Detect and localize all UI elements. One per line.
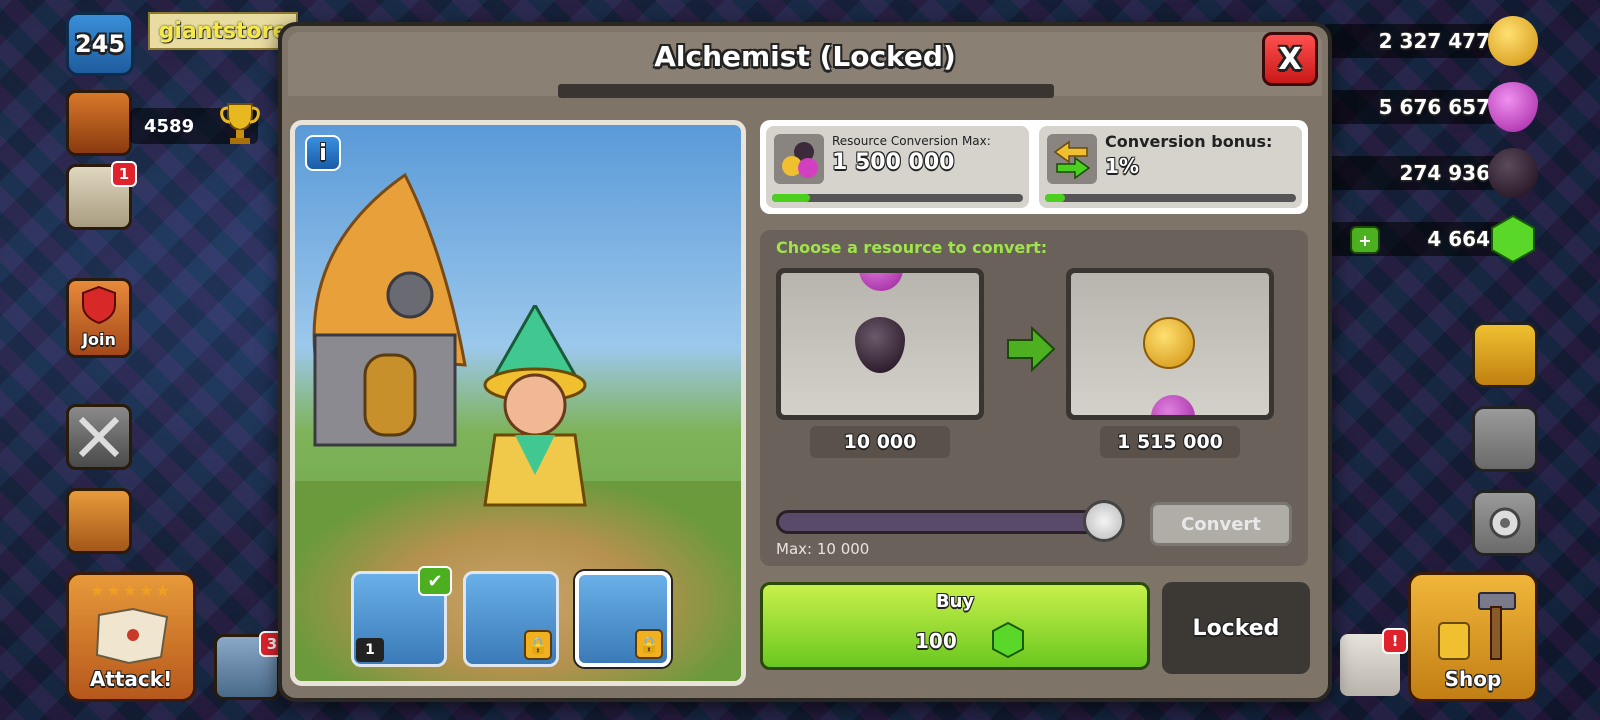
crossed-swords-icon: [78, 416, 120, 458]
conversion-slider[interactable]: [776, 510, 1104, 534]
elixir-drop-icon: [859, 273, 903, 291]
swap-arrows-icon: [1047, 134, 1097, 184]
lock-icon: 🔒: [635, 629, 663, 659]
dark-elixir-counter: 274 936: [1322, 156, 1512, 190]
gold-coin-icon: [1143, 317, 1195, 369]
locked-status: Locked: [1162, 582, 1310, 674]
league-icon[interactable]: [66, 90, 132, 156]
store-watermark: giantstore: [148, 12, 298, 50]
shop-label: Shop: [1444, 667, 1502, 691]
buy-button[interactable]: Buy 100: [760, 582, 1150, 670]
clan-join-label: Join: [82, 330, 116, 349]
gems-amount: 4 664: [1427, 227, 1490, 251]
dark-elixir-amount: 274 936: [1399, 161, 1490, 185]
conversion-bonus-stat: Conversion bonus: 1%: [1039, 126, 1302, 208]
close-button[interactable]: X: [1262, 32, 1318, 86]
convert-arrow-icon: [1007, 326, 1056, 372]
clan-join-button[interactable]: Join: [66, 278, 132, 358]
alchemist-character: [483, 305, 587, 507]
experience-level: 245: [74, 30, 126, 58]
elixir-drop-icon: [1151, 395, 1195, 415]
attack-stars: ★★★★★: [90, 581, 172, 600]
gem-icon: [992, 621, 1024, 659]
modal-header: Alchemist (Locked): [288, 32, 1322, 98]
gold-counter: 2 327 477: [1322, 24, 1512, 58]
slider-handle[interactable]: [1083, 500, 1125, 542]
tasks-button[interactable]: 1: [66, 161, 137, 230]
settings-button[interactable]: [1472, 490, 1538, 556]
treasure-map-icon: [95, 607, 169, 665]
hero-preview: i 1 ✔ 🔒 🔒: [290, 120, 746, 686]
notifications-button[interactable]: !: [1340, 628, 1408, 696]
hammer-icon: [1438, 592, 1516, 660]
add-gems-button[interactable]: +: [1350, 226, 1380, 254]
target-resource-selector[interactable]: [1066, 268, 1274, 420]
hero-portrait-1[interactable]: 1 ✔: [351, 566, 452, 667]
dark-elixir-icon: [1488, 148, 1538, 198]
source-amount: 10 000: [810, 426, 950, 458]
source-resource-selector[interactable]: [776, 268, 984, 420]
attack-label: Attack!: [89, 667, 173, 691]
lock-icon: 🔒: [524, 630, 552, 660]
experience-level-badge[interactable]: 245: [66, 12, 134, 76]
alchemist-modal: Alchemist (Locked) X i 1 ✔ 🔒 🔒 Resource …: [278, 22, 1332, 702]
conversion-max-label: Resource Conversion Max:: [832, 134, 991, 148]
battle-swords-button[interactable]: [66, 404, 132, 470]
conversion-bonus-value: 1%: [1105, 154, 1139, 178]
target-resource-carousel[interactable]: [1071, 273, 1269, 415]
heal-shield-button[interactable]: 3: [214, 631, 285, 700]
barbarian-king-button[interactable]: [66, 488, 132, 554]
hero-portrait-2[interactable]: 🔒: [463, 571, 559, 667]
modal-title: Alchemist (Locked): [654, 40, 956, 73]
buy-label: Buy: [935, 591, 975, 612]
trophy-counter: 4589: [130, 103, 260, 144]
convert-button[interactable]: Convert: [1150, 502, 1292, 546]
gem-icon: [1491, 214, 1535, 264]
notifications-badge: !: [1382, 628, 1408, 654]
trophy-count: 4589: [144, 115, 195, 137]
title-progress-bar: [558, 84, 1054, 98]
builder-boat-button[interactable]: [1472, 406, 1538, 472]
convert-prompt: Choose a resource to convert:: [776, 238, 1048, 257]
close-icon: X: [1278, 41, 1302, 77]
tasks-notification-badge: 1: [111, 161, 137, 187]
checkmark-icon: ✔: [418, 566, 452, 596]
resources-icon: [774, 134, 824, 184]
gear-icon: [1489, 507, 1521, 539]
world-map-button[interactable]: [1472, 322, 1538, 388]
gold-icon: [1488, 16, 1538, 66]
conversion-bonus-bar: [1045, 194, 1296, 202]
conversion-max-stat: Resource Conversion Max: 1 500 000: [766, 126, 1029, 208]
conversion-panel: Choose a resource to convert: 10 000 1 5…: [760, 230, 1308, 566]
conversion-bonus-label: Conversion bonus:: [1105, 132, 1273, 151]
conversion-max-value: 1 500 000: [832, 150, 955, 175]
hero-portrait-alchemist[interactable]: 🔒: [575, 571, 671, 667]
shop-button[interactable]: Shop: [1408, 572, 1538, 702]
info-icon: i: [319, 140, 327, 166]
buy-price: 100: [915, 629, 957, 653]
clan-shield-icon: [82, 285, 116, 325]
conversion-max-bar: [772, 194, 1023, 202]
elixir-counter: 5 676 657: [1322, 90, 1512, 124]
source-resource-carousel[interactable]: [781, 273, 979, 415]
hero-level: 1: [356, 638, 384, 662]
attack-button[interactable]: ★★★★★ Attack!: [66, 572, 196, 702]
info-button[interactable]: i: [305, 135, 341, 171]
stats-panel: Resource Conversion Max: 1 500 000 Conve…: [760, 120, 1308, 214]
dark-elixir-drop-icon: [855, 317, 905, 373]
trophy-icon: [220, 103, 260, 144]
elixir-amount: 5 676 657: [1378, 95, 1490, 119]
max-amount-label: Max: 10 000: [776, 540, 870, 558]
target-amount: 1 515 000: [1100, 426, 1240, 458]
gold-amount: 2 327 477: [1378, 29, 1490, 53]
